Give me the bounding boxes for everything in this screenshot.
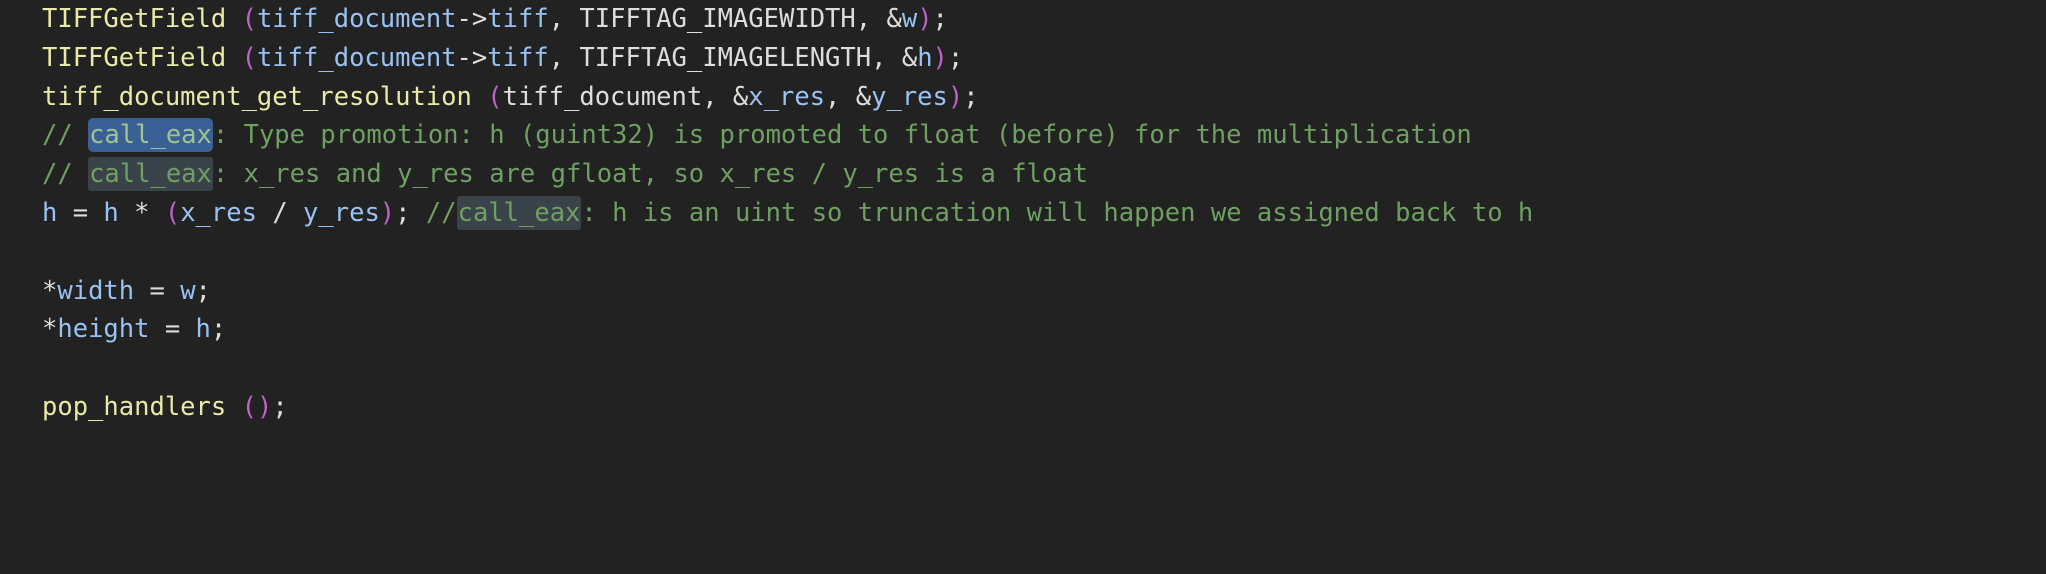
code-token: tiff_document [256, 42, 457, 73]
code-token: / [256, 197, 304, 228]
code-line[interactable]: h = h * (x_res / y_res); //call_eax: h i… [42, 194, 2046, 233]
code-token: call_eax [88, 157, 213, 192]
code-token: & [855, 81, 872, 112]
code-token: = [57, 197, 104, 228]
code-token: pop_handlers [42, 391, 227, 422]
code-token: ; [932, 4, 948, 34]
code-line[interactable] [42, 233, 2046, 272]
code-token: ; [963, 81, 979, 112]
code-token: ) [947, 81, 964, 112]
code-token: h [195, 314, 211, 345]
code-token: x_res [180, 197, 257, 228]
code-line[interactable]: // call_eax: x_res and y_res are gfloat,… [42, 155, 2046, 194]
code-token: call_eax [456, 195, 582, 230]
code-token: tiff [487, 42, 549, 73]
code-token: , [855, 4, 887, 34]
code-token: ( [241, 391, 257, 422]
code-token: TIFFGetField [42, 42, 227, 73]
code-token: h [42, 197, 58, 228]
code-token: x_res [748, 81, 826, 112]
code-token: ) [932, 42, 948, 73]
code-token: TIFFTAG_IMAGEWIDTH [579, 4, 856, 34]
code-token: & [901, 42, 918, 73]
code-token: , [702, 81, 733, 112]
code-token: h [917, 42, 933, 73]
code-token: // [425, 197, 457, 228]
code-token: ; [210, 314, 227, 345]
code-token: : h is an uint so truncation will happen… [581, 197, 1534, 228]
code-token: ) [256, 391, 273, 422]
code-token: ( [241, 42, 257, 73]
code-token: y_res [303, 197, 380, 228]
code-line[interactable]: tiff_document_get_resolution (tiff_docum… [42, 78, 2046, 117]
code-token: TIFFTAG_IMAGELENGTH [579, 42, 872, 73]
code-token: * [118, 197, 165, 228]
code-token: * [42, 275, 58, 306]
code-token: -> [456, 42, 488, 73]
code-line[interactable]: TIFFGetField (tiff_document->tiff, TIFFT… [42, 39, 2046, 78]
code-line[interactable]: TIFFGetField (tiff_document->tiff, TIFFT… [42, 0, 2046, 39]
code-token: h [103, 197, 119, 228]
code-token: tiff_document [256, 4, 457, 34]
code-editor-view[interactable]: TIFFGetField (tiff_document->tiff, TIFFT… [0, 0, 2046, 574]
code-line[interactable]: // call_eax: Type promotion: h (guint32)… [42, 116, 2046, 155]
code-token: ; [395, 197, 426, 228]
code-token: call_eax [88, 118, 213, 153]
code-token: tiff_document [502, 81, 703, 112]
code-token: , [548, 4, 580, 34]
code-token: , [825, 81, 856, 112]
code-token: = [134, 275, 181, 306]
code-token: : Type promotion: h (guint32) is promote… [212, 120, 1472, 151]
code-token: width [57, 275, 135, 306]
code-token: ; [195, 275, 211, 306]
code-line[interactable]: *height = h; [42, 310, 2046, 349]
code-token: ( [487, 81, 503, 112]
code-token: height [57, 314, 150, 345]
code-token: ( [164, 197, 181, 228]
code-token: : x_res and y_res are gfloat, so x_res /… [212, 159, 1088, 190]
code-line[interactable]: pop_handlers (); [42, 388, 2046, 427]
code-token: w [180, 275, 196, 306]
code-line[interactable] [42, 349, 2046, 388]
code-token: & [732, 81, 749, 112]
code-token: TIFFGetField [42, 4, 227, 34]
code-token: tiff_document_get_resolution [42, 81, 472, 112]
code-token: ) [917, 4, 933, 34]
code-token: ( [241, 4, 257, 34]
code-token: -> [456, 4, 488, 34]
code-token: , [871, 42, 902, 73]
code-token: ; [947, 42, 964, 73]
code-token: = [149, 314, 196, 345]
code-token: * [42, 314, 58, 345]
code-token: // [42, 159, 89, 190]
code-token: ; [272, 391, 288, 422]
code-token: & [886, 4, 902, 34]
code-token: , [548, 42, 580, 73]
code-token: y_res [871, 81, 948, 112]
code-token: ) [379, 197, 396, 228]
code-token: // [42, 120, 89, 151]
code-lines-container[interactable]: TIFFGetField (tiff_document->tiff, TIFFT… [42, 0, 2046, 427]
code-token: tiff [487, 4, 549, 34]
code-token: w [901, 4, 918, 34]
code-line[interactable]: *width = w; [42, 272, 2046, 311]
